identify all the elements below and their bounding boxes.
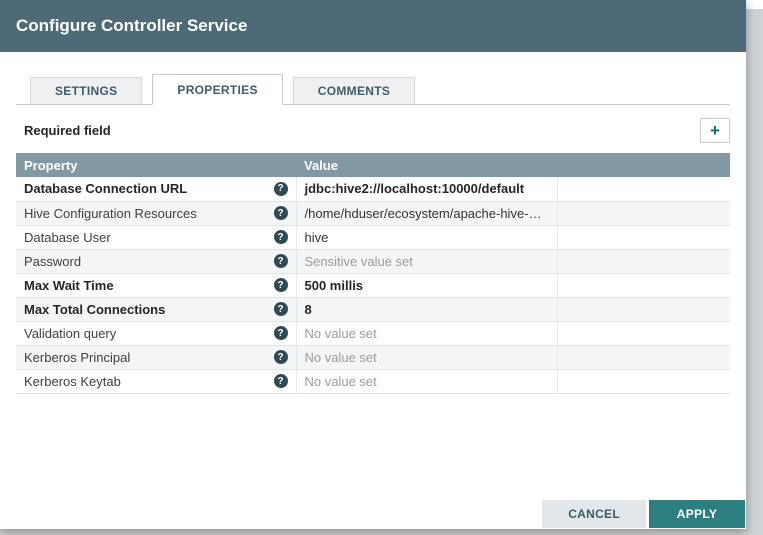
table-row: Max Wait Time ? 500 millis — [16, 273, 730, 297]
plus-icon: + — [710, 122, 720, 139]
extra-cell — [557, 297, 730, 321]
help-icon[interactable]: ? — [274, 326, 288, 340]
table-row: Kerberos Keytab ? No value set — [16, 369, 730, 393]
extra-cell — [557, 345, 730, 369]
property-name: Max Total Connections — [24, 302, 165, 317]
extra-cell — [557, 321, 730, 345]
configure-controller-service-dialog: Configure Controller Service SETTINGS PR… — [0, 0, 746, 529]
cancel-button[interactable]: CANCEL — [542, 500, 646, 528]
value-column-header: Value — [296, 153, 557, 177]
dialog-title: Configure Controller Service — [16, 16, 247, 36]
help-icon[interactable]: ? — [274, 302, 288, 316]
help-icon[interactable]: ? — [274, 278, 288, 292]
property-name: Hive Configuration Resources — [24, 206, 197, 221]
property-name: Database User — [24, 230, 111, 245]
property-value[interactable]: hive — [296, 225, 557, 249]
required-field-label: Required field — [24, 123, 111, 138]
tab-properties-label: PROPERTIES — [177, 83, 257, 97]
property-value[interactable]: No value set — [296, 369, 557, 393]
table-row: Max Total Connections ? 8 — [16, 297, 730, 321]
table-row: Kerberos Principal ? No value set — [16, 345, 730, 369]
tab-comments-label: COMMENTS — [318, 84, 390, 98]
property-value[interactable]: jdbc:hive2://localhost:10000/default — [296, 177, 557, 201]
dialog-content: SETTINGS PROPERTIES COMMENTS Required fi… — [0, 74, 746, 394]
tab-comments[interactable]: COMMENTS — [293, 77, 415, 104]
property-value[interactable]: Sensitive value set — [296, 249, 557, 273]
extra-cell — [557, 177, 730, 201]
table-row: Password ? Sensitive value set — [16, 249, 730, 273]
apply-button[interactable]: APPLY — [649, 500, 745, 528]
properties-toolbar: Required field + — [16, 118, 730, 143]
tab-settings[interactable]: SETTINGS — [30, 77, 142, 104]
page-background-corner — [746, 0, 763, 9]
table-row: Hive Configuration Resources ? /home/hdu… — [16, 201, 730, 225]
dialog-header: Configure Controller Service — [0, 0, 746, 52]
tab-bar: SETTINGS PROPERTIES COMMENTS — [16, 74, 730, 105]
help-icon[interactable]: ? — [274, 254, 288, 268]
tab-settings-label: SETTINGS — [55, 84, 117, 98]
extra-cell — [557, 201, 730, 225]
extra-cell — [557, 249, 730, 273]
help-icon[interactable]: ? — [274, 374, 288, 388]
extra-cell — [557, 225, 730, 249]
property-name: Password — [24, 254, 81, 269]
property-column-header: Property — [16, 153, 296, 177]
property-value[interactable]: 500 millis — [296, 273, 557, 297]
help-icon[interactable]: ? — [274, 182, 288, 196]
table-row: Validation query ? No value set — [16, 321, 730, 345]
property-name: Validation query — [24, 326, 116, 341]
property-value[interactable]: /home/hduser/ecosystem/apache-hive-3.0.0… — [296, 201, 557, 225]
properties-table: Property Value Database Connection URL ?… — [16, 153, 730, 394]
table-row: Database Connection URL ? jdbc:hive2://l… — [16, 177, 730, 201]
dialog-footer: CANCEL APPLY — [542, 500, 745, 528]
extra-cell — [557, 369, 730, 393]
table-row: Database User ? hive — [16, 225, 730, 249]
add-property-button[interactable]: + — [700, 118, 730, 143]
property-name: Max Wait Time — [24, 278, 114, 293]
property-name: Database Connection URL — [24, 181, 187, 196]
help-icon[interactable]: ? — [274, 350, 288, 364]
help-icon[interactable]: ? — [274, 230, 288, 244]
property-value[interactable]: 8 — [296, 297, 557, 321]
table-header-row: Property Value — [16, 153, 730, 177]
help-icon[interactable]: ? — [274, 206, 288, 220]
extra-cell — [557, 273, 730, 297]
tab-properties[interactable]: PROPERTIES — [152, 74, 282, 105]
property-name: Kerberos Keytab — [24, 374, 121, 389]
property-name: Kerberos Principal — [24, 350, 130, 365]
property-value[interactable]: No value set — [296, 321, 557, 345]
property-value[interactable]: No value set — [296, 345, 557, 369]
extra-column-header — [557, 153, 730, 177]
